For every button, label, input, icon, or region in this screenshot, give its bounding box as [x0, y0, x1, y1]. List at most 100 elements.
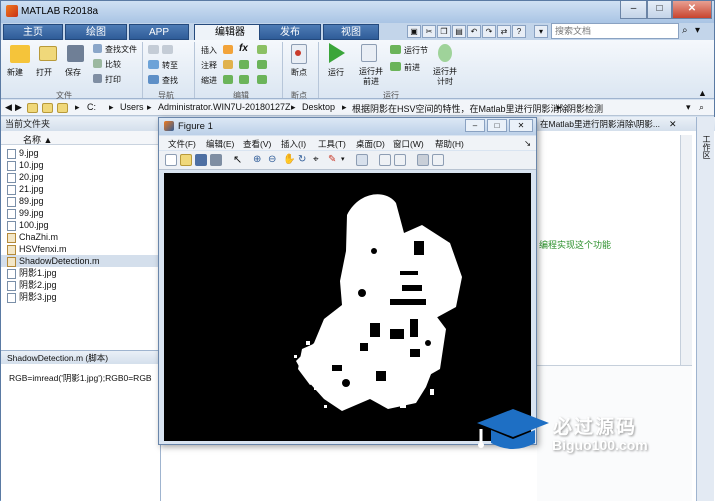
figure-axes[interactable] — [164, 173, 531, 441]
data-cursor-icon[interactable]: ⌖ — [313, 154, 325, 166]
wrap-comment-icon[interactable] — [239, 60, 249, 69]
switch-windows-icon[interactable]: ⇄ — [497, 25, 511, 38]
indent-button[interactable]: 缩进 — [201, 75, 217, 86]
open-button[interactable]: 打开 — [36, 67, 52, 78]
run-and-time-button[interactable]: 运行并计时 — [433, 67, 457, 87]
editor-tab-path[interactable]: 在Matlab里进行阴影消除\阴影... — [536, 117, 715, 131]
cut-quick-icon[interactable]: ✂ — [422, 25, 436, 38]
print-button[interactable]: 打印 — [105, 74, 121, 85]
zoom-out-icon[interactable]: ⊖ — [268, 154, 280, 166]
save-disk-icon[interactable] — [67, 45, 84, 62]
increase-indent-icon[interactable] — [239, 75, 249, 84]
show-plot-tools-icon[interactable] — [432, 154, 444, 166]
list-item[interactable]: 89.jpg — [7, 195, 44, 207]
insert-legend-icon[interactable] — [394, 154, 406, 166]
decrease-indent-icon[interactable] — [257, 75, 267, 84]
save-button[interactable]: 保存 — [65, 67, 81, 78]
run-button[interactable]: 运行 — [328, 67, 344, 78]
pan-hand-icon[interactable]: ✋ — [283, 154, 295, 166]
zoom-in-icon[interactable]: ⊕ — [253, 154, 265, 166]
tab-publish[interactable]: 发布 — [259, 24, 321, 40]
goto-button[interactable]: 转至 — [162, 60, 178, 71]
brush-dropdown-icon[interactable]: ▾ — [341, 154, 353, 166]
figure-minimize-button[interactable]: – — [465, 119, 485, 132]
settings-dropdown-icon[interactable]: ▾ — [695, 25, 700, 36]
menu-desktop[interactable]: 桌面(D) — [356, 138, 385, 150]
column-header[interactable]: 名称 ▲ — [1, 131, 160, 145]
breadcrumb-drive[interactable]: C: — [87, 102, 96, 112]
breadcrumb-project[interactable]: 根据阴影在HSV空间的特性，在Matlab里进行阴影消除 — [352, 102, 569, 115]
menu-edit[interactable]: 编辑(E) — [206, 138, 234, 150]
breadcrumb-users[interactable]: Users — [120, 102, 144, 112]
find-button[interactable]: 查找 — [162, 75, 178, 86]
browse-folder-icon[interactable] — [57, 103, 68, 113]
save-figure-icon[interactable] — [195, 154, 207, 166]
list-item[interactable]: HSVfenxi.m — [7, 243, 67, 255]
tab-home[interactable]: 主页 — [3, 24, 63, 40]
fx-icon[interactable]: fx — [239, 43, 248, 54]
insert-colorbar-icon[interactable] — [379, 154, 391, 166]
tab-view[interactable]: 视图 — [323, 24, 379, 40]
up-folder-icon[interactable] — [42, 103, 53, 113]
insert-button[interactable]: 插入 — [201, 45, 217, 56]
menu-insert[interactable]: 插入(I) — [281, 138, 306, 150]
hide-plot-tools-icon[interactable] — [417, 154, 429, 166]
search-icon[interactable]: ⌕ — [682, 25, 688, 36]
run-advance-icon[interactable] — [361, 44, 377, 62]
help-quick-icon[interactable]: ? — [512, 25, 526, 38]
link-plot-icon[interactable] — [356, 154, 368, 166]
breadcrumb-folder[interactable]: 阴影检测 — [567, 102, 603, 115]
editor-scrollbar[interactable] — [680, 135, 692, 365]
search-input[interactable]: 搜索文档 — [551, 23, 679, 39]
open-file-icon[interactable] — [180, 154, 192, 166]
list-item-selected[interactable]: ShadowDetection.m — [1, 255, 160, 267]
tab-plots[interactable]: 绘图 — [65, 24, 127, 40]
open-folder-icon[interactable] — [39, 46, 57, 61]
minimize-button[interactable]: – — [620, 1, 647, 19]
rotate-3d-icon[interactable]: ↻ — [298, 154, 310, 166]
list-item[interactable]: 阴影3.jpg — [7, 291, 57, 303]
comment-button[interactable]: 注释 — [201, 60, 217, 71]
compare-button[interactable]: 比较 — [105, 59, 121, 70]
paste-quick-icon[interactable]: ▤ — [452, 25, 466, 38]
menu-help[interactable]: 帮助(H) — [435, 138, 464, 150]
list-item[interactable]: 9.jpg — [7, 147, 39, 159]
run-section-button[interactable]: 运行节 — [404, 45, 428, 56]
folder-icon[interactable] — [27, 103, 38, 113]
smart-indent-icon[interactable] — [223, 75, 233, 84]
print-figure-icon[interactable] — [210, 154, 222, 166]
redo-quick-icon[interactable]: ↷ — [482, 25, 496, 38]
list-item[interactable]: 100.jpg — [7, 219, 49, 231]
save-quick-icon[interactable]: ▣ — [407, 25, 421, 38]
name-column-label[interactable]: 名称 ▲ — [23, 133, 52, 146]
editor-close-icon[interactable]: ✕ — [669, 119, 677, 130]
edit-plot-arrow-icon[interactable]: ↖ — [233, 154, 245, 166]
run-play-icon[interactable] — [329, 43, 345, 63]
insert-section-icon[interactable] — [257, 45, 267, 54]
breadcrumb-admin[interactable]: Administrator.WIN7U-20180127Z — [158, 102, 291, 112]
list-item[interactable]: 10.jpg — [7, 159, 44, 171]
uncomment-icon[interactable] — [257, 60, 267, 69]
run-and-time-icon[interactable] — [438, 44, 452, 62]
back-arrow-icon[interactable]: ◀ — [5, 102, 12, 113]
figure-close-button[interactable]: ✕ — [509, 119, 533, 132]
menu-tools[interactable]: 工具(T) — [318, 138, 346, 150]
path-dropdown-icon[interactable]: ▾ — [686, 102, 691, 113]
menu-dock-icon[interactable]: ↘ — [524, 138, 531, 149]
menu-file[interactable]: 文件(F) — [168, 138, 196, 150]
forward-arrow-icon[interactable]: ▶ — [15, 102, 22, 113]
brush-icon[interactable]: ✎ — [328, 154, 340, 166]
new-figure-icon[interactable] — [165, 154, 177, 166]
tab-apps[interactable]: APP — [129, 24, 189, 40]
figure-maximize-button[interactable]: □ — [487, 119, 507, 132]
new-button[interactable]: 新建 — [7, 67, 23, 78]
collapse-icon[interactable]: ▾ — [534, 25, 548, 38]
list-item[interactable]: 20.jpg — [7, 171, 44, 183]
list-item[interactable]: 阴影1.jpg — [7, 267, 57, 279]
close-button[interactable]: ✕ — [672, 1, 712, 19]
list-item[interactable]: 99.jpg — [7, 207, 44, 219]
search-path-icon[interactable]: ⌕ — [699, 102, 704, 113]
run-advance-button[interactable]: 运行并前进 — [358, 67, 384, 87]
breadcrumb-desktop[interactable]: Desktop — [302, 102, 335, 112]
copy-quick-icon[interactable]: ❐ — [437, 25, 451, 38]
